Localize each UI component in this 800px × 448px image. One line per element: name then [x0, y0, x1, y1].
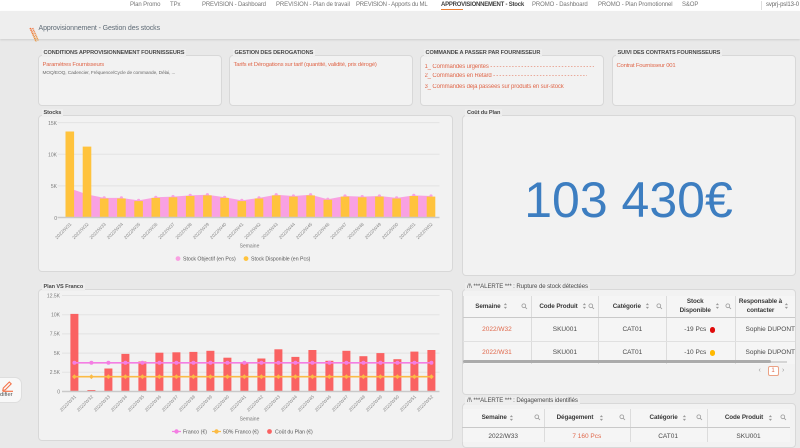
svg-text:2022/W33: 2022/W33: [89, 221, 108, 240]
svg-text:2022/W44: 2022/W44: [278, 221, 297, 240]
svg-text:10K: 10K: [48, 153, 58, 159]
svg-text:2022/W35: 2022/W35: [123, 221, 142, 240]
svg-text:5K: 5K: [51, 184, 58, 190]
svg-text:2022/W37: 2022/W37: [161, 394, 180, 413]
svg-text:50% Franco (€): 50% Franco (€): [223, 430, 259, 436]
svg-text:2022/W46: 2022/W46: [312, 221, 331, 240]
svg-text:2022/W46: 2022/W46: [314, 394, 333, 413]
svg-text:12.5K: 12.5K: [47, 293, 61, 299]
svg-text:2022/W40: 2022/W40: [212, 394, 231, 413]
svg-text:0: 0: [57, 389, 60, 395]
svg-text:2022/W33: 2022/W33: [93, 394, 112, 413]
svg-text:Semaine: Semaine: [240, 417, 260, 423]
svg-text:2022/W37: 2022/W37: [157, 221, 176, 240]
svg-text:Franco (€): Franco (€): [183, 430, 207, 436]
svg-text:2.5K: 2.5K: [50, 370, 61, 376]
svg-text:2022/W32: 2022/W32: [76, 394, 95, 413]
svg-text:2022/W47: 2022/W47: [329, 221, 348, 240]
svg-text:2022/W41: 2022/W41: [226, 221, 245, 240]
svg-text:2022/W43: 2022/W43: [263, 394, 282, 413]
svg-text:2022/W35: 2022/W35: [127, 394, 146, 413]
svg-text:2022/W39: 2022/W39: [192, 221, 211, 240]
svg-text:2022/W52: 2022/W52: [416, 394, 435, 413]
svg-text:2022/W51: 2022/W51: [398, 221, 417, 240]
svg-text:2022/W51: 2022/W51: [399, 394, 418, 413]
svg-text:2022/W52: 2022/W52: [415, 221, 434, 240]
svg-text:2022/W31: 2022/W31: [59, 394, 78, 413]
svg-text:10K: 10K: [51, 313, 61, 319]
svg-text:2022/W50: 2022/W50: [382, 394, 401, 413]
svg-text:15K: 15K: [48, 121, 58, 127]
svg-text:2022/W47: 2022/W47: [331, 394, 350, 413]
svg-text:2022/W43: 2022/W43: [261, 221, 280, 240]
svg-text:2022/W49: 2022/W49: [364, 221, 383, 240]
svg-text:2022/W42: 2022/W42: [246, 394, 265, 413]
svg-text:7.5K: 7.5K: [50, 332, 61, 338]
svg-text:2022/W42: 2022/W42: [243, 221, 262, 240]
svg-text:2022/W48: 2022/W48: [348, 394, 367, 413]
svg-text:2022/W34: 2022/W34: [110, 394, 129, 413]
svg-text:2022/W49: 2022/W49: [365, 394, 384, 413]
svg-text:2022/W38: 2022/W38: [178, 394, 197, 413]
svg-text:2022/W45: 2022/W45: [295, 221, 314, 240]
svg-text:2022/W50: 2022/W50: [381, 221, 400, 240]
svg-text:2022/W39: 2022/W39: [195, 394, 214, 413]
svg-text:2022/W36: 2022/W36: [140, 221, 159, 240]
svg-text:2022/W34: 2022/W34: [106, 221, 125, 240]
svg-text:2022/W48: 2022/W48: [347, 221, 366, 240]
svg-text:Coût du Plan (€): Coût du Plan (€): [275, 430, 313, 436]
svg-text:Stock Disponible (en Pcs): Stock Disponible (en Pcs): [251, 257, 311, 263]
svg-text:Stock Objectif (en Pcs): Stock Objectif (en Pcs): [183, 257, 236, 263]
svg-text:2022/W45: 2022/W45: [297, 394, 316, 413]
svg-text:5K: 5K: [54, 351, 61, 357]
svg-text:2022/W31: 2022/W31: [54, 221, 73, 240]
svg-text:0: 0: [54, 216, 57, 222]
svg-text:2022/W40: 2022/W40: [209, 221, 228, 240]
svg-text:2022/W36: 2022/W36: [144, 394, 163, 413]
svg-text:2022/W32: 2022/W32: [71, 221, 90, 240]
svg-text:2022/W41: 2022/W41: [229, 394, 248, 413]
svg-text:Semaine: Semaine: [240, 244, 260, 250]
svg-text:2022/W38: 2022/W38: [175, 221, 194, 240]
svg-text:2022/W44: 2022/W44: [280, 394, 299, 413]
